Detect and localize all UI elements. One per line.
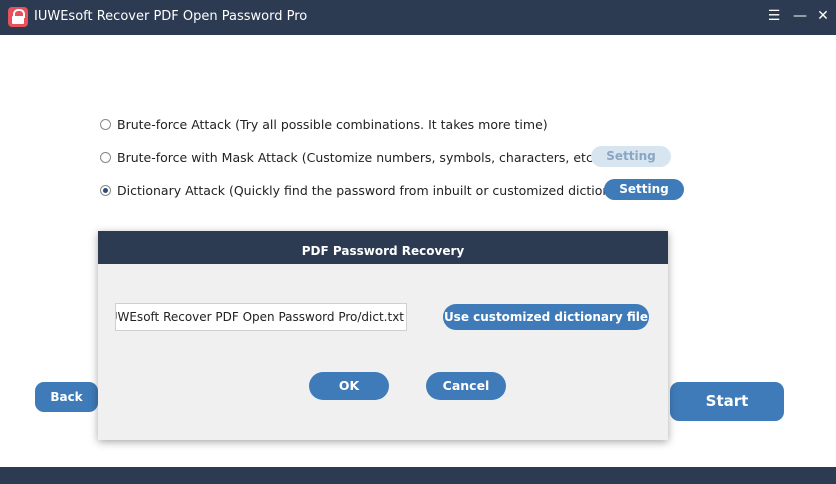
bottom-bar	[0, 467, 836, 484]
option-brute-force-label: Brute-force Attack (Try all possible com…	[117, 116, 548, 132]
dictionary-setting-button[interactable]: Setting	[604, 179, 684, 200]
title-bar: IUWEsoft Recover PDF Open Password Pro ☰…	[0, 0, 836, 35]
ok-button[interactable]: OK	[309, 372, 389, 400]
option-dictionary-attack-label: Dictionary Attack (Quickly find the pass…	[117, 182, 636, 198]
option-mask-attack-label: Brute-force with Mask Attack (Customize …	[117, 149, 602, 165]
close-icon[interactable]: ✕	[814, 7, 832, 25]
minimize-icon[interactable]: —	[791, 7, 809, 25]
dictionary-path-value: oft/IUWEsoft Recover PDF Open Password P…	[115, 310, 404, 324]
start-button[interactable]: Start	[670, 382, 784, 421]
menu-icon[interactable]: ☰	[765, 7, 783, 25]
password-recovery-dialog: PDF Password Recovery oft/IUWEsoft Recov…	[98, 231, 668, 440]
dictionary-path-field[interactable]: oft/IUWEsoft Recover PDF Open Password P…	[115, 303, 407, 331]
radio-brute-force[interactable]	[100, 118, 111, 130]
dialog-title: PDF Password Recovery	[98, 231, 668, 264]
radio-mask-attack[interactable]	[100, 151, 111, 163]
cancel-button[interactable]: Cancel	[426, 372, 506, 400]
option-brute-force[interactable]: Brute-force Attack (Try all possible com…	[100, 115, 548, 133]
option-dictionary-attack[interactable]: Dictionary Attack (Quickly find the pass…	[100, 181, 635, 199]
back-button[interactable]: Back	[35, 382, 98, 412]
option-mask-attack[interactable]: Brute-force with Mask Attack (Customize …	[100, 148, 602, 166]
app-lock-icon	[8, 7, 28, 27]
window-title: IUWEsoft Recover PDF Open Password Pro	[34, 9, 308, 24]
mask-setting-button[interactable]: Setting	[591, 146, 671, 167]
radio-dictionary-attack[interactable]	[100, 184, 111, 196]
use-custom-dictionary-button[interactable]: Use customized dictionary file	[443, 304, 649, 330]
